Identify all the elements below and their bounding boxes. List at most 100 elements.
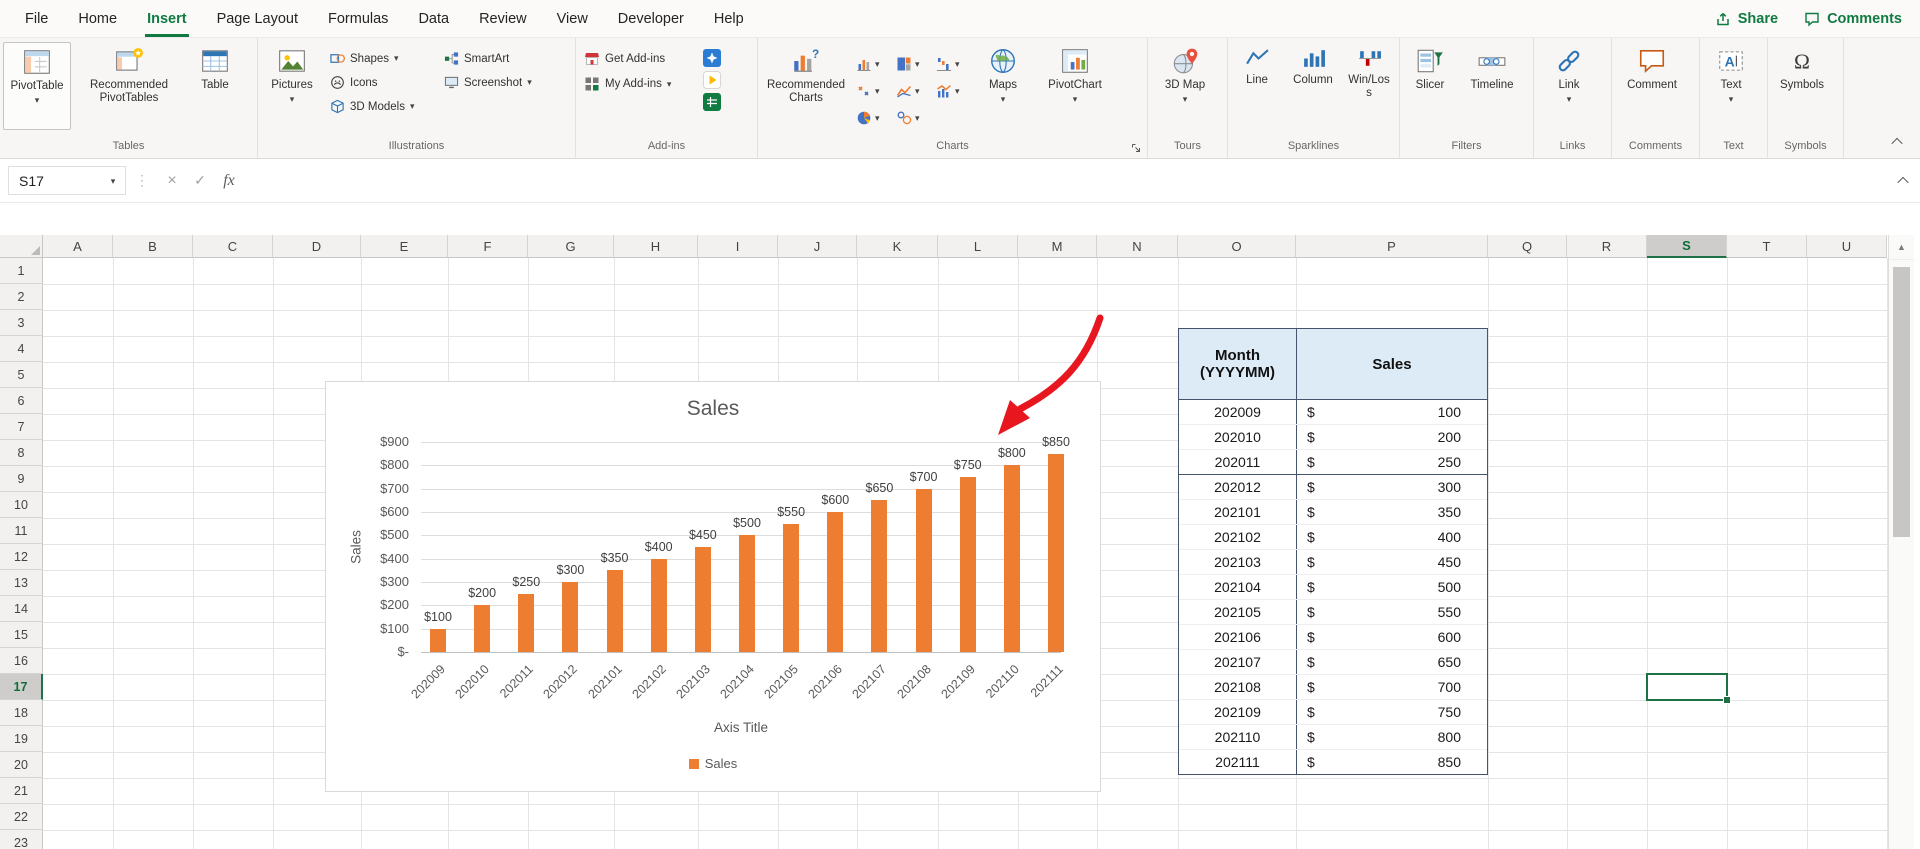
row-header-16[interactable]: 16: [0, 648, 43, 674]
vertical-scrollbar[interactable]: [1888, 235, 1914, 849]
table-row[interactable]: 202012 $300: [1179, 475, 1487, 500]
table-cell-month[interactable]: 202009: [1179, 400, 1297, 424]
sparkline-column-button[interactable]: Column: [1285, 42, 1341, 130]
table-button[interactable]: Table: [187, 42, 243, 130]
symbols-button[interactable]: Ω Symbols: [1771, 42, 1833, 130]
column-header-U[interactable]: U: [1807, 235, 1887, 258]
table-cell-month[interactable]: 202102: [1179, 525, 1297, 549]
row-header-9[interactable]: 9: [0, 466, 43, 492]
column-header-N[interactable]: N: [1097, 235, 1178, 258]
pivotchart-button[interactable]: PivotChart: [1033, 42, 1117, 130]
red-annotation-arrow[interactable]: [950, 293, 1150, 483]
insert-combo-chart-button[interactable]: [933, 77, 973, 104]
table-row[interactable]: 202011 $250: [1179, 450, 1487, 475]
scroll-up-button[interactable]: [1889, 235, 1914, 260]
table-cell-month[interactable]: 202010: [1179, 425, 1297, 449]
row-header-23[interactable]: 23: [0, 830, 43, 849]
table-cell-sales[interactable]: $700: [1297, 675, 1487, 699]
table-cell-month[interactable]: 202103: [1179, 550, 1297, 574]
table-cell-month[interactable]: 202012: [1179, 475, 1297, 499]
table-cell-month[interactable]: 202105: [1179, 600, 1297, 624]
row-header-2[interactable]: 2: [0, 284, 43, 310]
timeline-button[interactable]: Timeline: [1459, 42, 1525, 130]
tab-view[interactable]: View: [542, 0, 603, 37]
column-header-A[interactable]: A: [43, 235, 113, 258]
column-header-E[interactable]: E: [361, 235, 448, 258]
table-cell-sales[interactable]: $300: [1297, 475, 1487, 499]
table-row[interactable]: 202105 $550: [1179, 600, 1487, 625]
column-header-D[interactable]: D: [273, 235, 361, 258]
table-row[interactable]: 202111 $850: [1179, 750, 1487, 774]
row-header-15[interactable]: 15: [0, 622, 43, 648]
row-header-21[interactable]: 21: [0, 778, 43, 804]
worksheet-grid[interactable]: Sales Sales Axis Title Sales $- $100 $200 $…: [0, 235, 1920, 849]
table-row[interactable]: 202010 $200: [1179, 425, 1487, 450]
smartart-button[interactable]: SmartArt: [439, 49, 563, 68]
scrollbar-thumb[interactable]: [1893, 267, 1910, 537]
table-cell-sales[interactable]: $600: [1297, 625, 1487, 649]
insert-line-chart-button[interactable]: [893, 77, 933, 104]
table-cell-sales[interactable]: $100: [1297, 400, 1487, 424]
insert-scatter-chart-button[interactable]: [853, 77, 893, 104]
sparkline-winloss-button[interactable]: Win/Loss: [1343, 42, 1395, 130]
table-cell-month[interactable]: 202104: [1179, 575, 1297, 599]
tab-file[interactable]: File: [10, 0, 63, 37]
table-row[interactable]: 202109 $750: [1179, 700, 1487, 725]
maps-button[interactable]: Maps: [975, 42, 1031, 130]
row-header-13[interactable]: 13: [0, 570, 43, 596]
pivottable-button[interactable]: PivotTable: [3, 42, 71, 130]
column-header-S[interactable]: S: [1647, 235, 1727, 258]
addin-shortcut-icon-yellow[interactable]: [703, 71, 721, 89]
share-button[interactable]: Share: [1715, 11, 1778, 27]
get-addins-button[interactable]: Get Add-ins: [579, 49, 701, 69]
row-header-10[interactable]: 10: [0, 492, 43, 518]
column-header-H[interactable]: H: [614, 235, 698, 258]
tab-insert[interactable]: Insert: [132, 0, 202, 37]
shapes-button[interactable]: Shapes: [325, 49, 437, 68]
table-row[interactable]: 202106 $600: [1179, 625, 1487, 650]
row-header-17[interactable]: 17: [0, 674, 43, 700]
column-header-B[interactable]: B: [113, 235, 193, 258]
table-row[interactable]: 202107 $650: [1179, 650, 1487, 675]
row-header-7[interactable]: 7: [0, 414, 43, 440]
tab-review[interactable]: Review: [464, 0, 542, 37]
select-all-corner[interactable]: [0, 235, 43, 258]
table-row[interactable]: 202103 $450: [1179, 550, 1487, 575]
row-header-12[interactable]: 12: [0, 544, 43, 570]
table-header-sales[interactable]: Sales: [1297, 329, 1487, 399]
recommended-charts-button[interactable]: ? Recommended Charts: [761, 42, 851, 130]
table-cell-sales[interactable]: $450: [1297, 550, 1487, 574]
table-cell-month[interactable]: 202106: [1179, 625, 1297, 649]
comments-button[interactable]: Comments: [1804, 11, 1902, 27]
row-header-3[interactable]: 3: [0, 310, 43, 336]
row-header-18[interactable]: 18: [0, 700, 43, 726]
table-cell-sales[interactable]: $400: [1297, 525, 1487, 549]
row-header-5[interactable]: 5: [0, 362, 43, 388]
3d-map-button[interactable]: 3D Map: [1151, 42, 1219, 130]
column-header-O[interactable]: O: [1178, 235, 1296, 258]
row-header-4[interactable]: 4: [0, 336, 43, 362]
row-header-19[interactable]: 19: [0, 726, 43, 752]
tab-page-layout[interactable]: Page Layout: [202, 0, 313, 37]
table-cell-month[interactable]: 202107: [1179, 650, 1297, 674]
chevron-down-icon[interactable]: [101, 177, 125, 184]
table-header-month[interactable]: Month (YYYYMM): [1179, 329, 1297, 399]
pictures-button[interactable]: Pictures: [261, 42, 323, 130]
table-cell-sales[interactable]: $250: [1297, 450, 1487, 474]
formula-bar-resizer[interactable]: [135, 172, 149, 189]
screenshot-button[interactable]: Screenshot: [439, 73, 563, 92]
3d-models-button[interactable]: 3D Models: [325, 97, 437, 116]
collapse-ribbon-button[interactable]: [1888, 134, 1906, 150]
text-button[interactable]: A Text: [1703, 42, 1759, 130]
table-cell-sales[interactable]: $650: [1297, 650, 1487, 674]
column-header-M[interactable]: M: [1018, 235, 1097, 258]
insert-pie-chart-button[interactable]: [853, 104, 893, 131]
table-cell-month[interactable]: 202110: [1179, 725, 1297, 749]
icons-button[interactable]: Icons: [325, 73, 437, 92]
tab-help[interactable]: Help: [699, 0, 759, 37]
column-header-I[interactable]: I: [698, 235, 778, 258]
table-cell-month[interactable]: 202111: [1179, 750, 1297, 774]
table-cell-sales[interactable]: $800: [1297, 725, 1487, 749]
insert-function-icon[interactable]: [214, 172, 244, 190]
table-row[interactable]: 202110 $800: [1179, 725, 1487, 750]
